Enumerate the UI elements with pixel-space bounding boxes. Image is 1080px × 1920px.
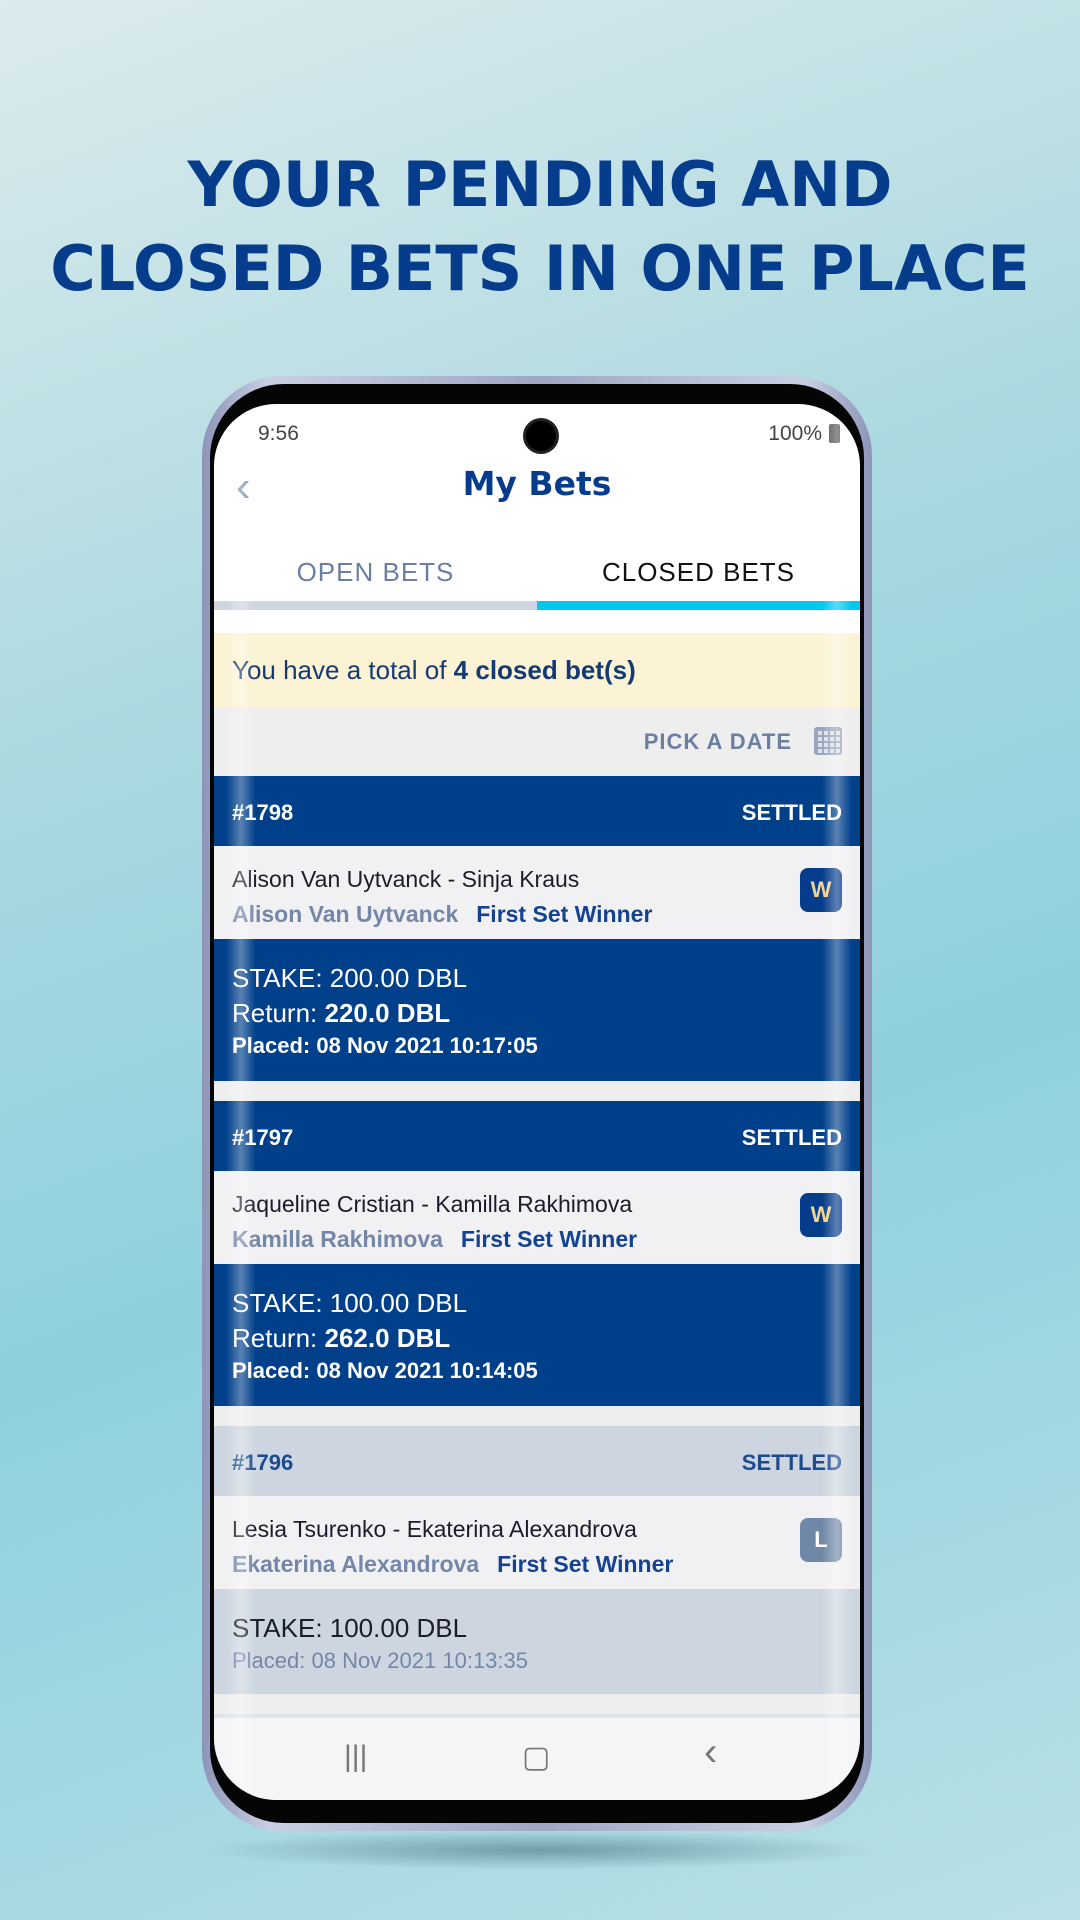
- date-filter-row: PICK A DATE: [214, 707, 860, 776]
- headline-line-2: CLOSED BETS IN ONE PLACE: [50, 232, 1030, 305]
- status-time: 9:56: [258, 422, 299, 445]
- bet-selection: Ekaterina Alexandrova: [232, 1551, 480, 1577]
- tab-open-bets[interactable]: OPEN BETS: [214, 557, 537, 588]
- bet-placed: Placed: 08 Nov 2021 10:13:35: [232, 1648, 529, 1673]
- pick-date-button[interactable]: PICK A DATE: [644, 729, 792, 755]
- page-title: My Bets: [462, 464, 612, 503]
- bet-market: First Set Winner: [497, 1551, 674, 1577]
- bet-card[interactable]: #1797 SETTLED Jaqueline Cristian - Kamill…: [214, 1101, 860, 1406]
- divider: [214, 1081, 860, 1101]
- screen-glare: [822, 404, 852, 1800]
- bet-placed: Placed: 08 Nov 2021 10:14:05: [232, 1358, 538, 1383]
- bet-card[interactable]: #1796 SETTLED Lesia Tsurenko - Ekaterina …: [214, 1426, 860, 1694]
- bet-placed: Placed: 08 Nov 2021 10:17:05: [232, 1033, 538, 1058]
- status-battery: 100%: [768, 422, 822, 445]
- home-icon[interactable]: ▢: [522, 1740, 550, 1775]
- bet-market: First Set Winner: [476, 901, 653, 927]
- screen-glare: [226, 404, 256, 1800]
- bet-selection: Alison Van Uytvanck: [232, 901, 459, 927]
- camera-icon: [523, 418, 559, 454]
- bet-stake: STAKE: 100.00 DBL: [232, 1288, 468, 1318]
- bet-match: Jaqueline Cristian - Kamilla Rakhimova: [232, 1191, 633, 1217]
- back-nav-icon[interactable]: ‹: [704, 1730, 717, 1775]
- banner-count: 4 closed bet(s): [453, 655, 636, 685]
- return-value: 220.0 DBL: [324, 998, 451, 1028]
- divider: [214, 1406, 860, 1426]
- tab-indicator: [537, 601, 860, 610]
- bet-market: First Set Winner: [460, 1226, 638, 1252]
- return-value: 262.0 DBL: [324, 1323, 451, 1353]
- system-nav-bar: ||| ▢ ‹: [214, 1714, 860, 1800]
- bet-match: Lesia Tsurenko - Ekaterina Alexandrova: [232, 1516, 637, 1542]
- banner-text: You have a total of: [232, 655, 447, 685]
- phone-screen: 9:56 100% ‹ My Bets OPEN BETS CLOSED BET…: [214, 404, 860, 1800]
- bet-stake: STAKE: 100.00 DBL: [232, 1613, 468, 1643]
- headline-line-1: YOUR PENDING AND: [187, 148, 893, 221]
- tab-track: [214, 601, 537, 610]
- bet-card[interactable]: #1798 SETTLED Alison Van Uytvanck - Sinja…: [214, 776, 860, 1081]
- recents-icon[interactable]: |||: [344, 1740, 367, 1774]
- bet-selection: Kamilla Rakhimova: [232, 1226, 443, 1252]
- closed-bets-banner: You have a total of 4 closed bet(s): [214, 633, 860, 707]
- divider: [214, 1694, 860, 1714]
- bet-stake: STAKE: 200.00 DBL: [232, 963, 468, 993]
- tab-closed-bets[interactable]: CLOSED BETS: [537, 557, 860, 588]
- phone-shadow: [200, 1830, 880, 1870]
- bet-match: Alison Van Uytvanck - Sinja Kraus: [232, 866, 580, 892]
